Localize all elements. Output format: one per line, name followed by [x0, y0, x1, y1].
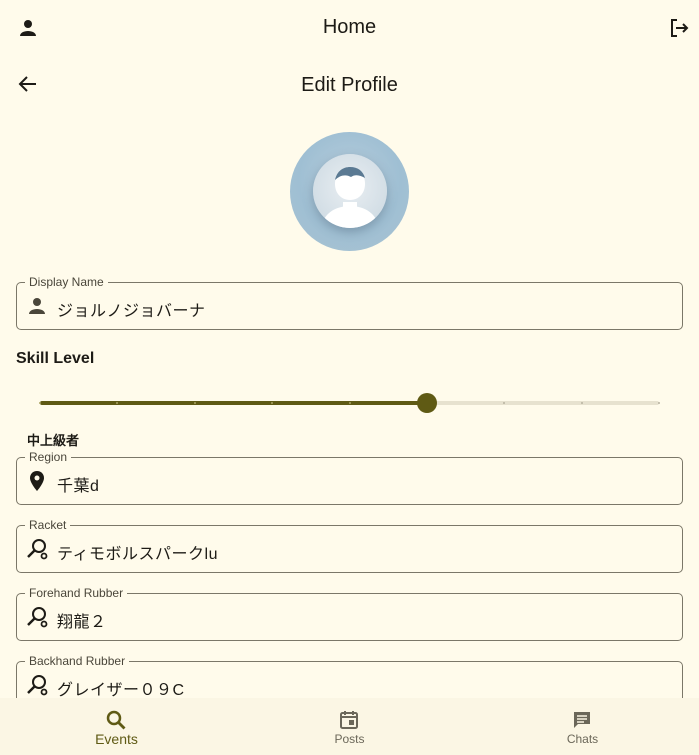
chat-icon — [574, 712, 590, 728]
slider-tick — [348, 402, 351, 404]
forehand-rubber-field[interactable]: Forehand Rubber 翔龍２ — [16, 585, 683, 641]
region-field[interactable]: Region 千葉d — [16, 449, 683, 505]
display-name-field[interactable]: Display Name ジョルノジョバーナ — [16, 274, 683, 330]
slider-tick — [193, 402, 196, 404]
person-silhouette-icon — [321, 167, 379, 228]
racket-icon — [27, 607, 48, 628]
search-icon — [106, 710, 126, 730]
calendar-icon — [340, 711, 358, 729]
region-label: Region — [25, 449, 72, 465]
region-value: 千葉d — [57, 478, 100, 495]
skill-level-title: Skill Level — [16, 350, 95, 367]
avatar[interactable] — [290, 132, 409, 251]
backhand-rubber-value: グレイザー０９C — [57, 682, 185, 699]
racket-field[interactable]: Racket ティモボルスパークlu — [16, 517, 683, 573]
bottom-navigation: Events Posts Chats — [0, 698, 699, 755]
nav-events[interactable]: Events — [0, 698, 233, 755]
slider-thumb[interactable] — [416, 393, 437, 413]
display-name-value: ジョルノジョバーナ — [57, 303, 206, 320]
page-title: Edit Profile — [301, 74, 398, 96]
person-icon — [29, 298, 45, 314]
skill-level-slider[interactable] — [39, 393, 660, 413]
racket-icon — [27, 675, 48, 696]
slider-tick — [580, 402, 583, 404]
display-name-label: Display Name — [25, 274, 108, 290]
racket-icon — [27, 539, 48, 560]
backhand-rubber-label: Backhand Rubber — [25, 653, 130, 669]
app-title: Home — [322, 16, 377, 38]
forehand-rubber-value: 翔龍２ — [57, 614, 107, 631]
nav-chats-label: Chats — [566, 732, 599, 746]
racket-label: Racket — [25, 517, 71, 533]
slider-tick — [658, 402, 660, 404]
nav-posts[interactable]: Posts — [233, 698, 466, 755]
slider-tick — [39, 402, 41, 404]
nav-events-label: Events — [95, 731, 138, 747]
app-bar: Home — [0, 0, 699, 56]
slider-inactive-track — [426, 401, 659, 405]
location-pin-icon — [30, 471, 44, 491]
slider-active-track — [40, 401, 427, 405]
nav-chats[interactable]: Chats — [466, 698, 699, 755]
avatar-image — [313, 154, 387, 228]
logout-icon — [671, 19, 689, 37]
racket-value: ティモボルスパークlu — [57, 546, 218, 563]
logout-button[interactable] — [659, 8, 699, 48]
skill-level-value: 中上級者 — [27, 433, 80, 448]
forehand-rubber-label: Forehand Rubber — [25, 585, 128, 601]
nav-posts-label: Posts — [334, 732, 365, 746]
